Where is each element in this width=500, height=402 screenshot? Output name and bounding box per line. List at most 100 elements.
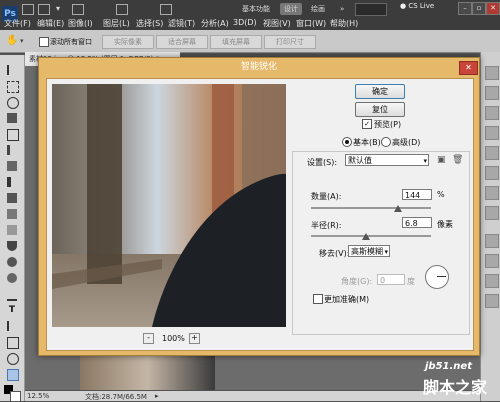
zoom-out-button[interactable]: - [143, 333, 154, 344]
path-selection-tool-icon[interactable] [7, 321, 19, 331]
angle-label: 角度(G): [341, 277, 373, 286]
remove-select[interactable]: 高斯模糊 ▾ [348, 245, 390, 257]
screen-mode-icon[interactable] [160, 4, 172, 15]
menu-image[interactable]: 图像(I) [68, 18, 93, 29]
3d-rotate-tool-icon[interactable] [7, 353, 19, 365]
tools-panel: T [0, 55, 25, 402]
marquee-tool-icon[interactable] [7, 81, 19, 93]
view-extras-icon[interactable] [72, 4, 84, 15]
watermark-text: 脚本之家 [423, 378, 488, 397]
arrange-documents-icon[interactable] [116, 4, 128, 15]
zoom-in-button[interactable]: + [189, 333, 200, 344]
ok-button[interactable]: 确定 [355, 84, 405, 99]
workspace-design[interactable]: 设计 [280, 3, 302, 15]
history-brush-tool-icon[interactable] [7, 209, 17, 219]
shape-tool-icon[interactable] [7, 337, 19, 349]
zoom-level-label: 100% [162, 334, 185, 343]
reset-button[interactable]: 复位 [355, 102, 405, 117]
fit-screen-button[interactable]: 适合屏幕 [156, 35, 208, 49]
panel-icon-8[interactable] [485, 206, 499, 220]
clone-stamp-tool-icon[interactable] [7, 193, 17, 203]
panel-icon-5[interactable] [485, 146, 499, 160]
radius-slider-thumb[interactable] [362, 233, 370, 240]
menu-layer[interactable]: 图层(L) [103, 18, 130, 29]
radius-field[interactable]: 6.8 [402, 217, 432, 228]
blur-tool-icon[interactable] [7, 257, 17, 267]
angle-field[interactable]: 0 [377, 274, 405, 285]
chevron-down-icon: ▾ [423, 157, 427, 165]
zoom-level-dropdown[interactable]: ▾ [56, 4, 60, 13]
move-tool-icon[interactable] [7, 65, 19, 75]
eraser-tool-icon[interactable] [7, 225, 17, 235]
amount-slider-thumb[interactable] [394, 205, 402, 212]
cs-live-button[interactable]: ● CS Live [400, 2, 434, 10]
status-menu-arrow[interactable]: ▸ [155, 392, 159, 400]
app-close-button[interactable]: ✕ [486, 2, 500, 15]
search-field[interactable] [355, 3, 387, 16]
zoom-readout[interactable]: 12.5% [27, 392, 49, 400]
panel-icon-11[interactable] [485, 274, 499, 288]
scroll-all-windows-checkbox[interactable] [39, 37, 49, 47]
dialog-title[interactable]: 智能锐化 [39, 58, 479, 76]
fill-screen-button[interactable]: 填充屏幕 [210, 35, 262, 49]
actual-pixels-button[interactable]: 实际像素 [102, 35, 154, 49]
hand-tool-icon[interactable]: ✋ [6, 35, 18, 46]
maximize-button[interactable]: ▫ [472, 2, 486, 15]
tool-preset-dropdown[interactable]: ▾ [20, 37, 24, 45]
delete-settings-icon[interactable]: 🗑 [452, 155, 463, 165]
angle-dial[interactable] [425, 265, 449, 289]
zoom-tool-icon[interactable] [7, 369, 19, 381]
dialog-body: - 100% + 确定 复位 ✓ 预览(P) 基本(B) 高级(D) 设置(S)… [46, 78, 474, 351]
quick-selection-tool-icon[interactable] [7, 113, 17, 123]
panel-icon-6[interactable] [485, 166, 499, 180]
menu-select[interactable]: 选择(S) [136, 18, 163, 29]
panel-icon-1[interactable] [485, 66, 499, 80]
print-size-button[interactable]: 打印尺寸 [264, 35, 316, 49]
workspace-essentials[interactable]: 基本功能 [238, 3, 274, 15]
crop-tool-icon[interactable] [7, 129, 19, 141]
amount-slider-track[interactable] [311, 207, 431, 209]
background-color-swatch[interactable] [10, 391, 21, 402]
workspace-painting[interactable]: 绘画 [307, 3, 329, 15]
panel-icon-12[interactable] [485, 294, 499, 308]
radius-slider-track[interactable] [311, 235, 431, 237]
panel-icon-2[interactable] [485, 86, 499, 100]
menu-file[interactable]: 文件(F) [4, 18, 31, 29]
more-accurate-checkbox[interactable] [313, 294, 323, 304]
menu-window[interactable]: 窗口(W) [296, 18, 326, 29]
pen-tool-icon[interactable] [7, 289, 17, 301]
basic-mode-radio[interactable] [342, 137, 352, 147]
healing-brush-tool-icon[interactable] [7, 161, 17, 171]
dialog-close-button[interactable]: ✕ [459, 61, 478, 75]
panel-icon-10[interactable] [485, 254, 499, 268]
type-tool-icon[interactable]: T [7, 305, 17, 315]
menu-3d[interactable]: 3D(D) [233, 18, 257, 27]
amount-field[interactable]: 144 [402, 189, 432, 200]
panel-icon-7[interactable] [485, 186, 499, 200]
menu-edit[interactable]: 编辑(E) [37, 18, 64, 29]
panel-icon-3[interactable] [485, 106, 499, 120]
minimize-button[interactable]: – [458, 2, 472, 15]
dodge-tool-icon[interactable] [7, 273, 17, 283]
lasso-tool-icon[interactable] [7, 97, 19, 109]
bridge-icon[interactable] [22, 4, 34, 15]
save-settings-icon[interactable]: ▣ [437, 155, 446, 165]
eyedropper-tool-icon[interactable] [7, 145, 10, 155]
radius-unit: 像素 [437, 220, 453, 229]
menu-help[interactable]: 帮助(H) [330, 18, 358, 29]
panel-icon-4[interactable] [485, 126, 499, 140]
workspace-more[interactable]: » [336, 3, 348, 15]
preview-image[interactable] [52, 84, 286, 327]
settings-select[interactable]: 默认值 ▾ [345, 154, 429, 166]
preview-checkbox[interactable]: ✓ [362, 119, 372, 129]
menu-view[interactable]: 视图(V) [263, 18, 291, 29]
advanced-mode-radio[interactable] [381, 137, 391, 147]
brush-tool-icon[interactable] [7, 177, 11, 187]
settings-label: 设置(S): [307, 158, 338, 167]
menu-analysis[interactable]: 分析(A) [201, 18, 229, 29]
menu-filter[interactable]: 滤镜(T) [168, 18, 195, 29]
paint-bucket-tool-icon[interactable] [7, 241, 17, 251]
angle-unit: 度 [407, 277, 415, 286]
mini-bridge-icon[interactable] [38, 4, 50, 15]
panel-icon-9[interactable] [485, 234, 499, 248]
